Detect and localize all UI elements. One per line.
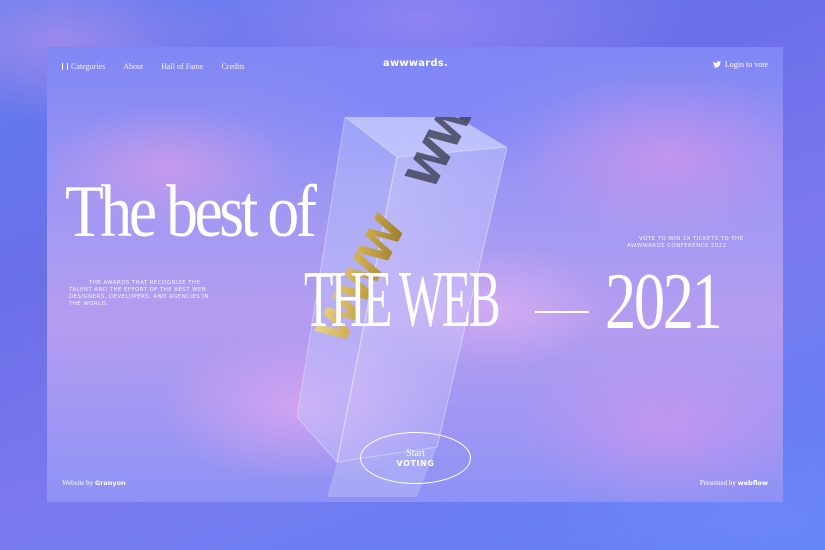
twitter-bird-icon [712,61,721,68]
nav-item-about[interactable]: About [123,62,143,71]
start-voting-button[interactable]: Start VOTING [360,432,471,484]
cta-line-2: VOTING [396,458,435,468]
presented-by-prefix: Presented by [699,479,736,487]
website-credit: Website by Granyon [62,479,126,487]
website-credit-prefix: Website by [62,479,94,487]
cta-line-1: Start [406,447,425,459]
website-credit-name[interactable]: Granyon [95,479,126,487]
nav-links: Categories About Hall of Fame Credits [62,62,245,71]
webflow-logo[interactable]: webflow [738,479,768,487]
headline-year: 2021 [605,258,723,346]
login-to-vote-link[interactable]: Login to vote [712,60,768,69]
nav-item-categories[interactable]: Categories [62,62,105,71]
headline-line-1: The best of [65,171,317,253]
headline-dash [535,311,589,313]
nav-item-label: Categories [71,61,106,71]
awards-description: The awards that recognize the talent and… [69,280,209,308]
nav-item-credits[interactable]: Credits [221,62,244,71]
headline-line-2: THE WEB [304,256,501,344]
nav-item-hall-of-fame[interactable]: Hall of Fame [161,62,203,71]
awwwards-logo[interactable]: awwwards. [383,58,448,69]
vote-promo-text: Vote to win 2x tickets to the Awwwards C… [627,236,744,250]
hero-frame: WWW WWW Categories About Hall of Fame Cr… [47,47,783,502]
grid-icon [62,62,68,70]
login-label: Login to vote [724,60,768,69]
presented-by: Presented by webflow [700,479,768,487]
